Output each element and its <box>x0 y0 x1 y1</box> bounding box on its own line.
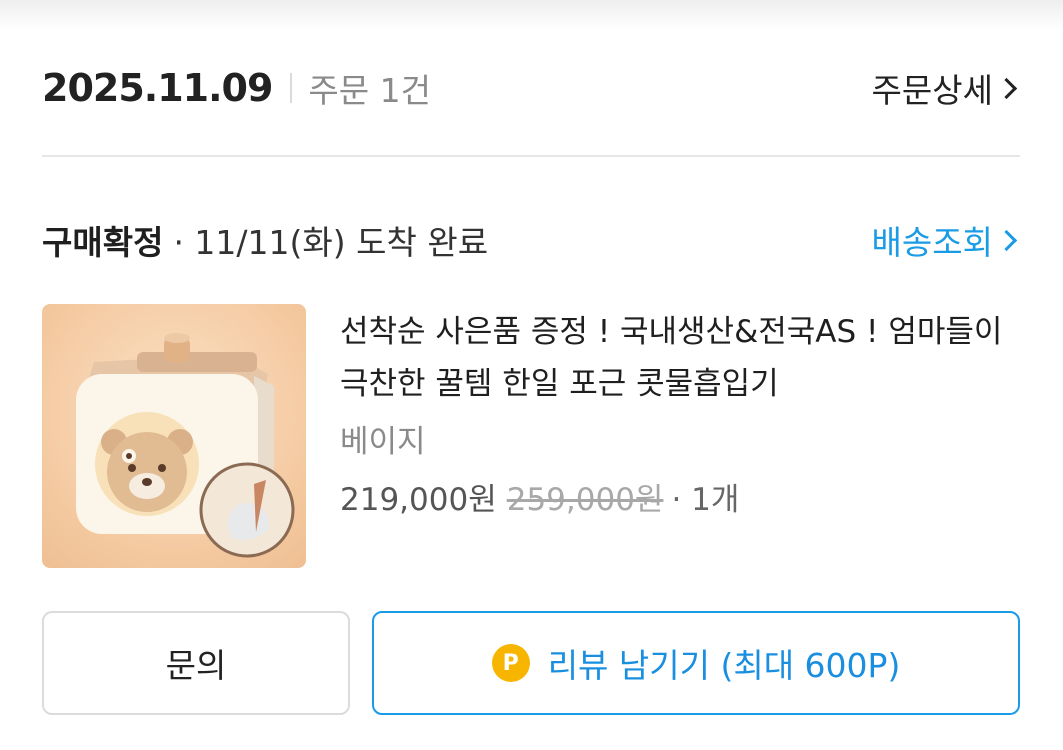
inquiry-button[interactable]: 문의 <box>42 611 350 715</box>
top-shade <box>0 0 1063 30</box>
product-image[interactable] <box>42 304 306 568</box>
chevron-right-icon <box>995 229 1018 251</box>
delivery-status-row: 구매확정 · 11/11(화) 도착 완료 배송조회 <box>42 212 1020 268</box>
vertical-separator <box>290 73 293 103</box>
write-review-label: 리뷰 남기기 (최대 600P) <box>547 646 901 685</box>
order-detail-label: 주문상세 <box>871 71 993 110</box>
write-review-button[interactable]: P 리뷰 남기기 (최대 600P) <box>372 611 1020 715</box>
price-row: 219,000원 259,000원 · 1개 <box>340 478 1020 522</box>
order-date: 2025.11.09 <box>42 66 273 110</box>
bear-humidifier-icon <box>76 333 295 558</box>
product-name[interactable]: 선착순 사은품 증정 ! 국내생산&전국AS ! 엄마들이 극찬한 꿀템 한일 … <box>340 306 1020 410</box>
product-info: 선착순 사은품 증정 ! 국내생산&전국AS ! 엄마들이 극찬한 꿀템 한일 … <box>340 306 1020 522</box>
inquiry-button-label: 문의 <box>165 646 227 685</box>
order-detail-link[interactable]: 주문상세 <box>872 64 1020 112</box>
divider <box>42 155 1020 157</box>
original-price: 259,000원 <box>506 482 664 518</box>
tracking-link-label: 배송조회 <box>871 223 993 262</box>
quantity: · 1개 <box>671 482 740 518</box>
delivery-status: 구매확정 · 11/11(화) 도착 완료 <box>42 216 488 264</box>
order-summary: 2025.11.09 주문 1건 <box>42 64 431 112</box>
sale-price: 219,000원 <box>340 482 497 518</box>
point-icon: P <box>491 644 530 682</box>
order-count: 주문 1건 <box>308 71 431 110</box>
arrival-info: · 11/11(화) 도착 완료 <box>173 223 489 262</box>
order-header: 2025.11.09 주문 1건 주문상세 <box>42 60 1020 116</box>
chevron-right-icon <box>995 77 1018 99</box>
tracking-link[interactable]: 배송조회 <box>872 216 1020 264</box>
product-option: 베이지 <box>340 424 426 460</box>
purchase-confirmed-label: 구매확정 <box>42 223 164 262</box>
